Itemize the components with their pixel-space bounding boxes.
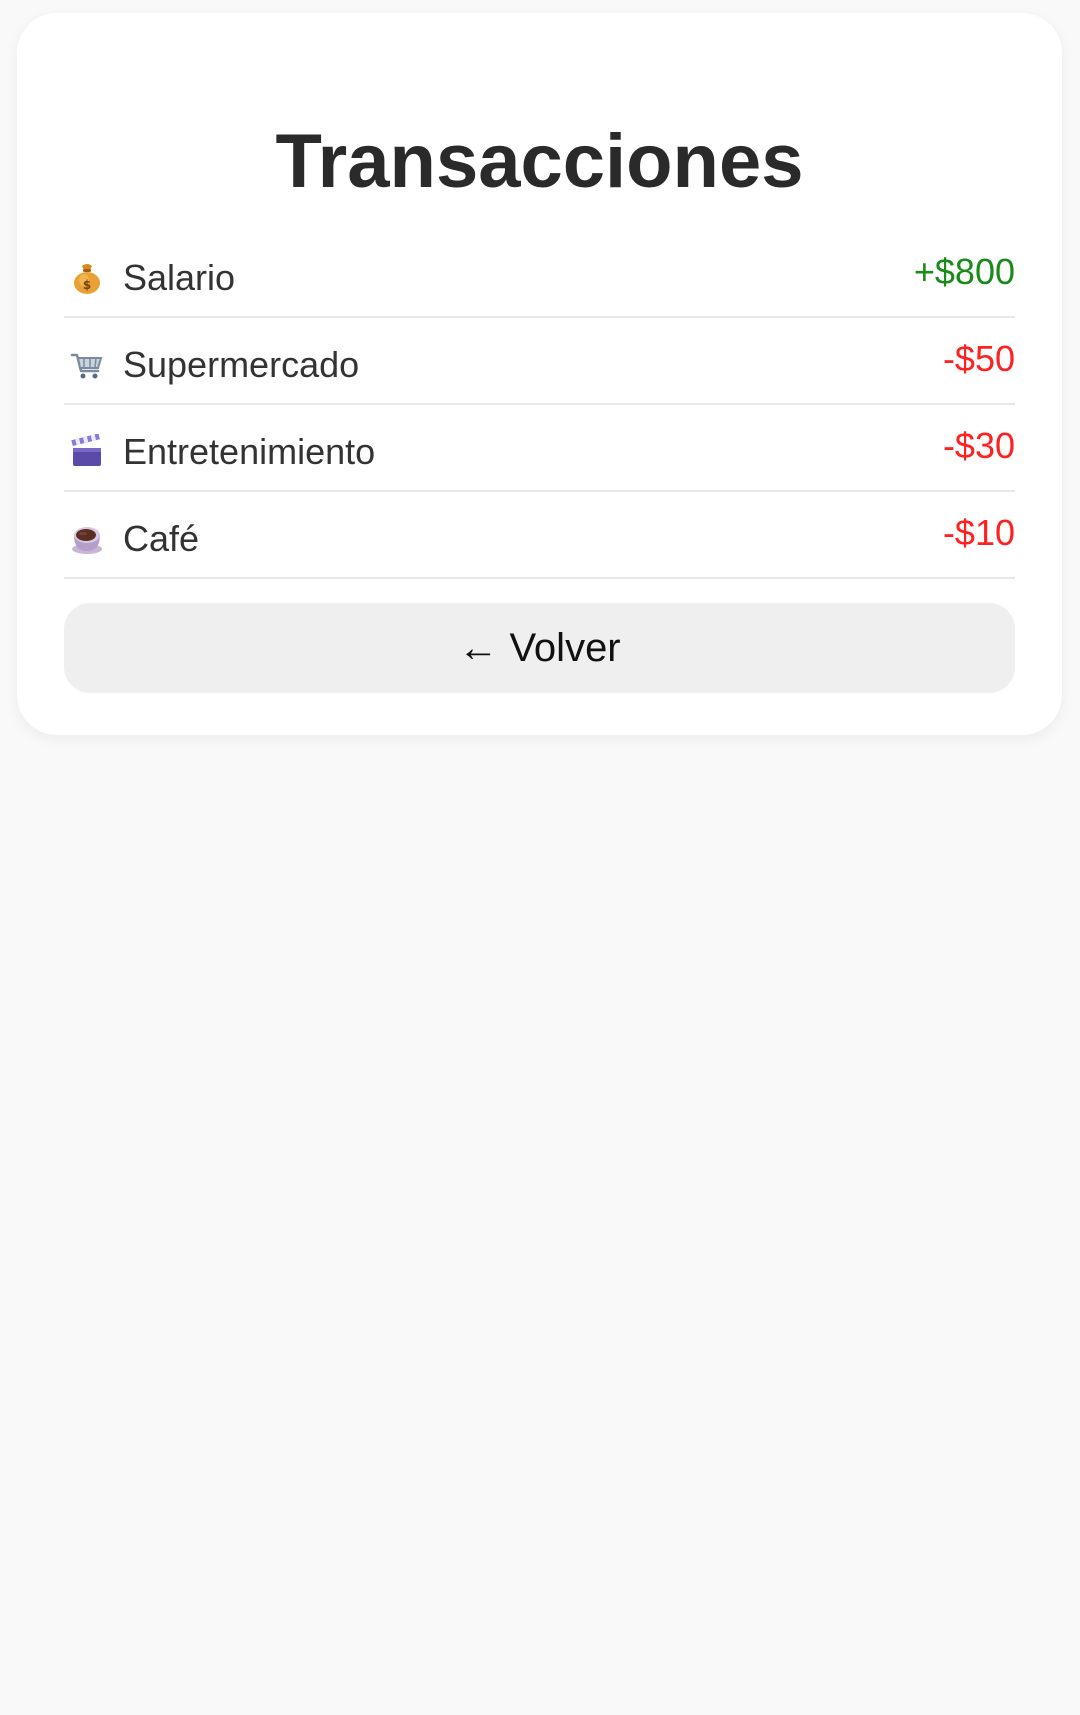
transaction-list: $ Salario +$800 Supermercado -$50 Entret… (64, 231, 1015, 579)
transaction-amount: -$30 (942, 424, 1015, 466)
transaction-row-supermercado[interactable]: Supermercado -$50 (64, 318, 1015, 405)
transaction-name: Salario (123, 256, 236, 298)
transaction-name: Supermercado (123, 343, 360, 385)
transaction-amount: +$800 (913, 250, 1015, 292)
transactions-card: Transacciones $ Salario +$800 Supermerca… (17, 13, 1062, 735)
transaction-amount: -$50 (942, 337, 1015, 379)
transaction-row-cafe[interactable]: Café -$10 (64, 492, 1015, 579)
transaction-row-salario[interactable]: $ Salario +$800 (64, 231, 1015, 318)
page-title: Transacciones (275, 119, 804, 204)
coffee-icon (69, 521, 105, 557)
transaction-name: Café (123, 517, 200, 559)
transaction-row-entretenimiento[interactable]: Entretenimiento -$30 (64, 405, 1015, 492)
money-bag-icon: $ (69, 260, 105, 296)
back-button[interactable]: ← Volver (64, 603, 1015, 693)
clapperboard-icon (69, 433, 105, 470)
transaction-amount: -$10 (942, 511, 1015, 553)
svg-text:$: $ (83, 278, 91, 292)
shopping-cart-icon (69, 347, 105, 383)
transaction-name: Entretenimiento (123, 430, 376, 472)
